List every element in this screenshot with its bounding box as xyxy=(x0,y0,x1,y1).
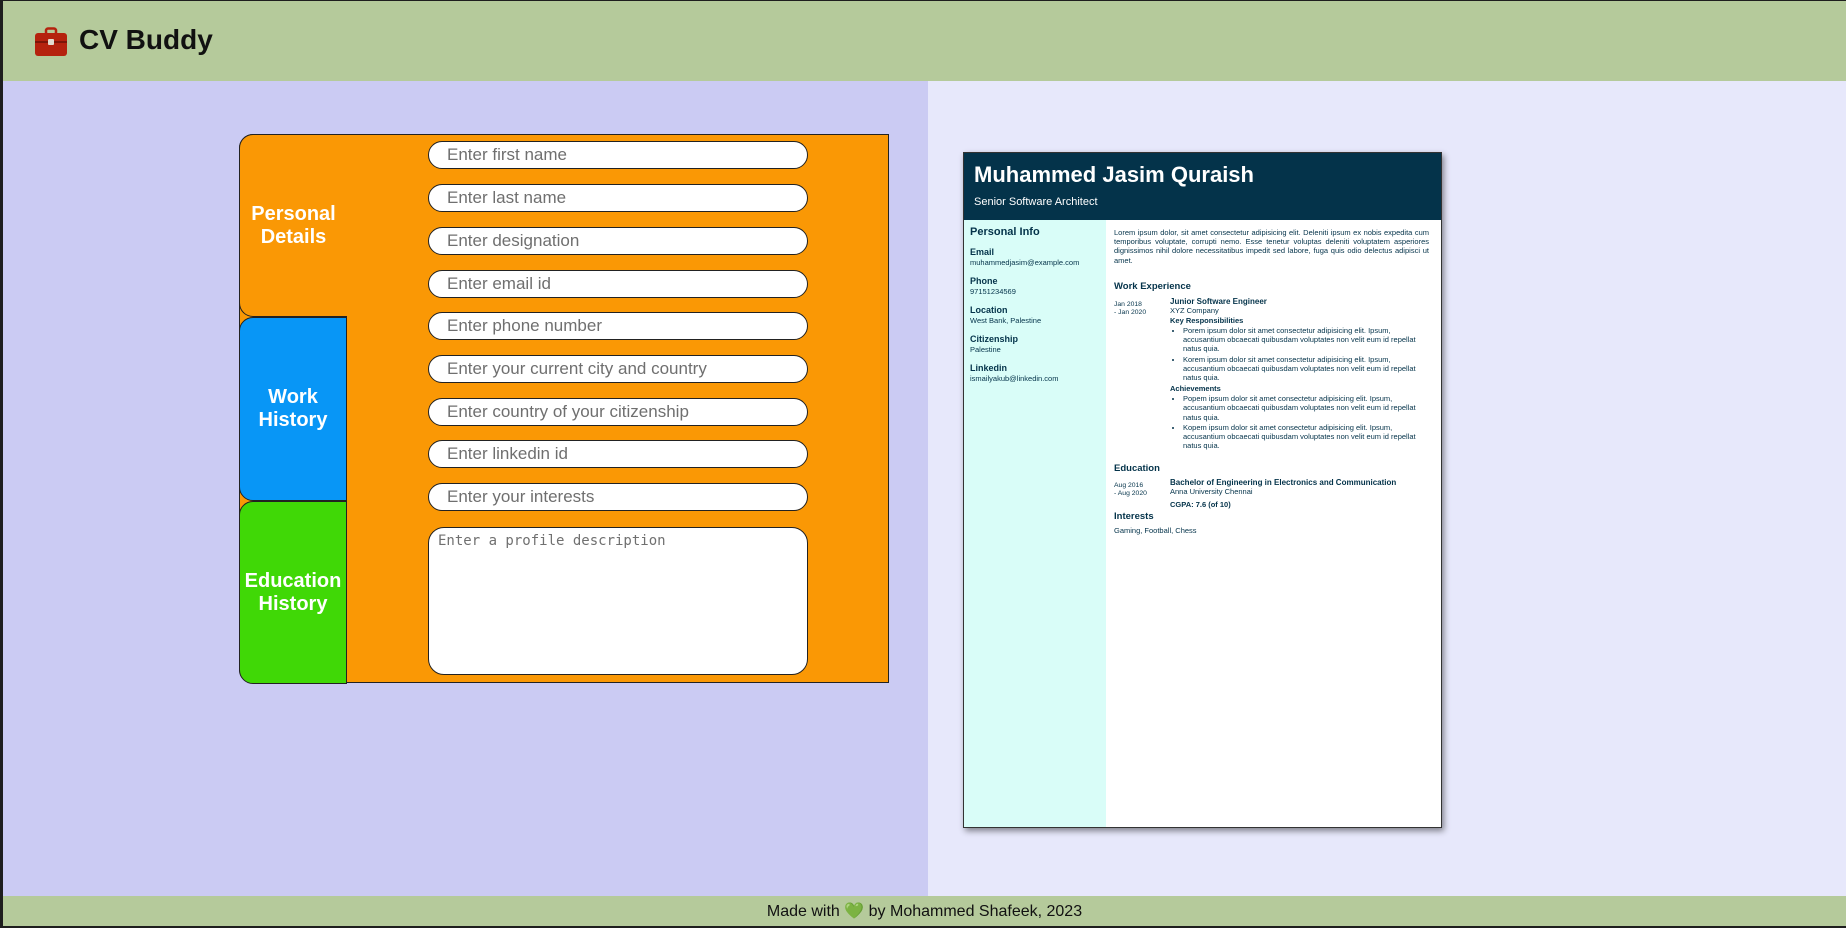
designation-input[interactable] xyxy=(428,227,808,255)
cv-education-title: Education xyxy=(1114,463,1160,474)
list-item: Porem ipsum dolor sit amet consectetur a… xyxy=(1183,326,1429,354)
cv-citizenship: Citizenship Palestine xyxy=(970,334,1019,354)
cv-name: Muhammed Jasim Quraish xyxy=(974,162,1254,187)
cv-preview: Muhammed Jasim Quraish Senior Software A… xyxy=(963,152,1442,828)
cv-resp-title: Key Responsibilities xyxy=(1170,315,1244,325)
tab-edu-label-2: History xyxy=(258,592,328,615)
form-card: Personal Details Work History Education His… xyxy=(239,134,889,684)
footer: Made with 💚 by Mohammed Shafeek, 2023 xyxy=(3,896,1846,926)
cv-linkedin: Linkedin ismailyakub@linkedin.com xyxy=(970,363,1059,383)
first-name-input[interactable] xyxy=(428,141,808,169)
footer-text-after: by Mohammed Shafeek, 2023 xyxy=(868,903,1083,920)
citizenship-input[interactable] xyxy=(428,398,808,426)
cv-edu-detail: Bachelor of Engineering in Electronics a… xyxy=(1170,478,1429,509)
interests-input[interactable] xyxy=(428,483,808,511)
cv-phone: Phone 97151234569 xyxy=(970,276,1016,296)
cv-work-title: Work Experience xyxy=(1114,281,1191,292)
tab-personal-label-2: Details xyxy=(260,225,327,248)
cv-edu-school: Anna University Chennai xyxy=(1170,487,1253,497)
cv-interests: Gaming, Football, Chess xyxy=(1114,526,1197,535)
list-item: Popem ipsum dolor sit amet consectetur a… xyxy=(1183,394,1429,422)
cv-header: Muhammed Jasim Quraish Senior Software A… xyxy=(964,153,1441,220)
tab-personal-label-1: Personal xyxy=(251,202,336,225)
cv-edu-cgpa: CGPA: 7.6 (of 10) xyxy=(1170,499,1231,509)
last-name-input[interactable] xyxy=(428,184,808,212)
cv-personal-info-title: Personal Info xyxy=(970,226,1040,238)
app-title: CV Buddy xyxy=(79,24,213,55)
cv-job-date: Jan 2018- Jan 2020 xyxy=(1114,301,1147,316)
cv-edu-degree: Bachelor of Engineering in Electronics a… xyxy=(1170,478,1397,487)
phone-input[interactable] xyxy=(428,312,808,340)
cv-ach-list: Popem ipsum dolor sit amet consectetur a… xyxy=(1170,394,1429,451)
cv-resp-list: Porem ipsum dolor sit amet consectetur a… xyxy=(1170,326,1429,383)
cv-edu-date: Aug 2016- Aug 2020 xyxy=(1114,482,1147,497)
list-item: Korem ipsum dolor sit amet consectetur a… xyxy=(1183,355,1429,383)
top-bar: CV Buddy xyxy=(3,1,1846,81)
linkedin-input[interactable] xyxy=(428,440,808,468)
cv-email: Email muhammedjasim@example.com xyxy=(970,247,1080,267)
list-item: Kopem ipsum dolor sit amet consectetur a… xyxy=(1183,423,1429,451)
city-input[interactable] xyxy=(428,355,808,383)
cv-interests-title: Interests xyxy=(1114,511,1154,522)
cv-role: Senior Software Architect xyxy=(974,196,1098,208)
tab-education-history[interactable]: Education History xyxy=(239,501,347,684)
cv-location: Location West Bank, Palestine xyxy=(970,305,1042,325)
tab-edu-label-1: Education xyxy=(244,569,342,592)
heart-icon: 💚 xyxy=(844,903,865,920)
cv-sidebar: Personal Info Email muhammedjasim@example… xyxy=(964,220,1106,827)
cv-job-title: Junior Software Engineer xyxy=(1170,297,1267,306)
cv-job-company: XYZ Company xyxy=(1170,306,1219,316)
tab-work-label-1: Work xyxy=(268,386,318,408)
tab-personal-details[interactable]: Personal Details xyxy=(239,134,347,317)
email-input[interactable] xyxy=(428,270,808,298)
cv-ach-title: Achievements xyxy=(1170,383,1221,393)
cv-summary: Lorem ipsum dolor, sit amet consectetur … xyxy=(1114,228,1429,265)
footer-text-before: Made with xyxy=(766,903,840,920)
cv-job-detail: Junior Software Engineer XYZ Company Key… xyxy=(1170,297,1429,452)
tab-work-label-2: History xyxy=(258,409,328,431)
briefcase-icon xyxy=(34,27,68,57)
tab-work-history[interactable]: Work History xyxy=(239,317,347,501)
profile-description-textarea[interactable] xyxy=(428,527,808,675)
